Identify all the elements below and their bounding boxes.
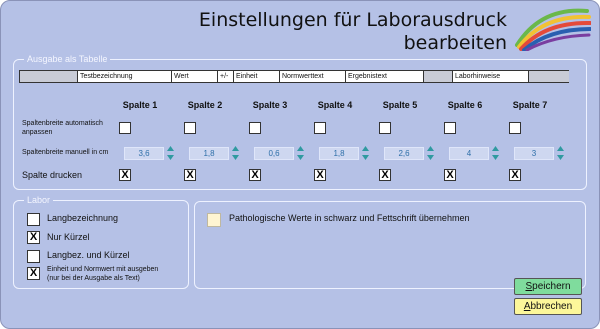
spin-arrows-icon[interactable]	[167, 146, 174, 160]
preview-cell-normwerttext: Normwerttext	[279, 71, 346, 82]
settings-window: Einstellungen für Laborausdruck bearbeit…	[0, 0, 600, 329]
cancel-button-rest: bbrechen	[530, 301, 573, 312]
einheit-normwert-label: Einheit und Normwert mit ausgeben	[47, 266, 159, 273]
einheit-normwert-checkbox[interactable]: X	[27, 267, 40, 280]
langbez-und-kuerzel-label: Langbez. und Kürzel	[47, 250, 130, 260]
preview-cell-laborhinweise: Laborhinweise	[452, 71, 529, 82]
auto-width-checkbox-7[interactable]	[509, 122, 521, 134]
preview-cell-9	[528, 71, 569, 82]
print-column-checkbox-1[interactable]: X	[119, 169, 131, 181]
spin-arrows-icon[interactable]	[557, 146, 564, 160]
column-header-3: Spalte 3	[252, 100, 288, 110]
preview-cell-ergebnistext: Ergebnistext	[345, 71, 424, 82]
page-title: Einstellungen für Laborausdruck bearbeit…	[199, 9, 507, 55]
width-input-5[interactable]: 2,6	[384, 147, 424, 160]
manual-width-label: Spaltenbreite manuell in cm	[22, 149, 109, 156]
preview-cell-7	[423, 71, 453, 82]
spin-arrows-icon[interactable]	[362, 146, 369, 160]
auto-width-checkbox-1[interactable]	[119, 122, 131, 134]
nur-kuerzel-checkbox[interactable]: X	[27, 231, 40, 244]
width-input-2[interactable]: 1,8	[189, 147, 229, 160]
cancel-button[interactable]: Abbrechen	[514, 298, 582, 315]
table-output-legend: Ausgabe als Tabelle	[27, 54, 108, 64]
width-input-4[interactable]: 1,8	[319, 147, 359, 160]
preview-cell-plusminus: +/-	[217, 71, 234, 82]
preview-cell-wert: Wert	[171, 71, 218, 82]
column-header-7: Spalte 7	[512, 100, 548, 110]
column-preview-bar: Testbezeichnung Wert +/- Einheit Normwer…	[19, 70, 569, 83]
spin-arrows-icon[interactable]	[297, 146, 304, 160]
save-button[interactable]: Speichern	[514, 278, 582, 295]
nur-kuerzel-label: Nur Kürzel	[47, 232, 90, 242]
print-column-checkbox-4[interactable]: X	[314, 169, 326, 181]
spin-arrows-icon[interactable]	[232, 146, 239, 160]
column-header-5: Spalte 5	[382, 100, 418, 110]
preview-cell-testbezeichnung: Testbezeichnung	[77, 71, 172, 82]
langbezeichnung-label: Langbezeichnung	[47, 213, 119, 223]
auto-width-label: Spaltenbreite automatisch anpassen	[22, 120, 103, 136]
auto-width-checkbox-4[interactable]	[314, 122, 326, 134]
labor-legend: Labor	[27, 195, 51, 205]
rainbow-swoosh-logo	[515, 8, 591, 51]
spin-arrows-icon[interactable]	[492, 146, 499, 160]
auto-width-checkbox-3[interactable]	[249, 122, 261, 134]
width-input-3[interactable]: 0,6	[254, 147, 294, 160]
print-column-checkbox-6[interactable]: X	[444, 169, 456, 181]
column-header-2: Spalte 2	[187, 100, 223, 110]
save-button-rest: peichern	[532, 281, 571, 292]
title-line-1: Einstellungen für Laborausdruck	[198, 9, 507, 31]
column-header-1: Spalte 1	[122, 100, 158, 110]
column-header-4: Spalte 4	[317, 100, 353, 110]
langbezeichnung-checkbox[interactable]	[27, 213, 40, 226]
print-column-checkbox-7[interactable]: X	[509, 169, 521, 181]
auto-width-checkbox-5[interactable]	[379, 122, 391, 134]
spin-arrows-icon[interactable]	[427, 146, 434, 160]
width-input-7[interactable]: 3	[514, 147, 554, 160]
einheit-normwert-note: (nur bei der Ausgabe als Text)	[47, 275, 140, 282]
pathology-checkbox[interactable]	[207, 213, 221, 227]
column-header-6: Spalte 6	[447, 100, 483, 110]
langbez-und-kuerzel-checkbox[interactable]	[27, 250, 40, 263]
title-line-2: bearbeiten	[403, 32, 507, 54]
print-column-checkbox-2[interactable]: X	[184, 169, 196, 181]
auto-width-checkbox-6[interactable]	[444, 122, 456, 134]
pathology-label: Pathologische Werte in schwarz und Fetts…	[229, 213, 470, 223]
width-input-1[interactable]: 3,6	[124, 147, 164, 160]
auto-width-checkbox-2[interactable]	[184, 122, 196, 134]
print-column-checkbox-5[interactable]: X	[379, 169, 391, 181]
print-column-checkbox-3[interactable]: X	[249, 169, 261, 181]
width-input-6[interactable]: 4	[449, 147, 489, 160]
preview-cell-einheit: Einheit	[233, 71, 280, 82]
print-column-label: Spalte drucken	[22, 170, 83, 180]
preview-cell-0	[20, 71, 77, 82]
